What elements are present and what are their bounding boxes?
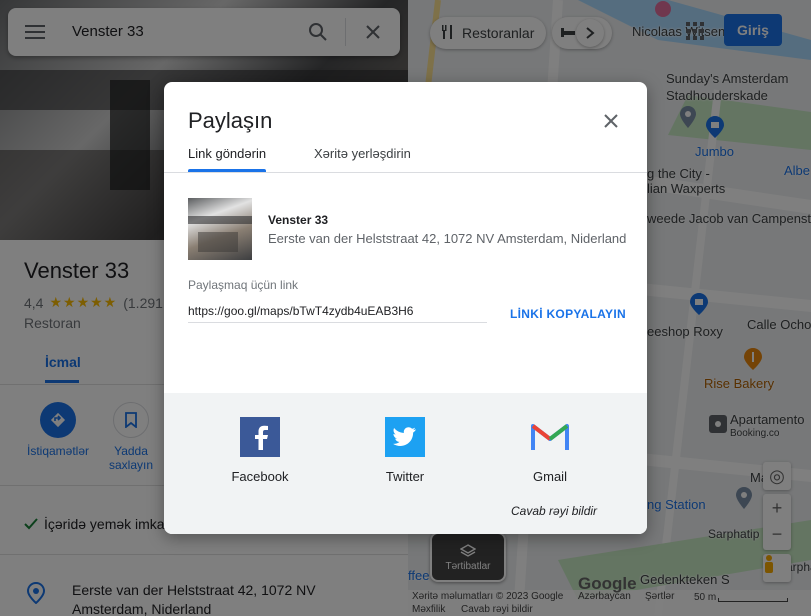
tab-send-link[interactable]: Link göndərin <box>188 146 266 161</box>
share-twitter-button[interactable]: Twitter <box>365 417 445 484</box>
share-gmail-button[interactable]: Gmail <box>510 417 590 484</box>
gmail-label: Gmail <box>533 469 567 484</box>
tab-embed-map[interactable]: Xəritə yerləşdirin <box>314 146 411 161</box>
dialog-feedback-link[interactable]: Cavab rəyi bildir <box>511 504 597 518</box>
dialog-place-name: Venster 33 <box>268 213 329 227</box>
dialog-title: Paylaşın <box>188 108 273 133</box>
close-icon[interactable] <box>598 108 624 134</box>
gmail-icon <box>530 417 570 457</box>
share-dialog: Paylaşın Link göndərin Xəritə yerləşdiri… <box>164 82 647 534</box>
place-thumbnail <box>188 198 252 260</box>
facebook-icon <box>240 417 280 457</box>
dialog-place-address: Eerste van der Helststraat 42, 1072 NV A… <box>268 231 627 246</box>
share-link-input[interactable]: https://goo.gl/maps/bTwT4zydb4uEAB3H6 <box>188 304 487 323</box>
share-facebook-button[interactable]: Facebook <box>220 417 300 484</box>
link-label: Paylaşmaq üçün link <box>188 278 299 292</box>
twitter-label: Twitter <box>385 469 425 484</box>
share-options: Facebook Twitter Gmail Cavab rəyi bildir <box>164 393 647 534</box>
copy-link-button[interactable]: LİNKİ KOPYALAYIN <box>510 307 626 321</box>
facebook-label: Facebook <box>231 469 289 484</box>
twitter-icon <box>385 417 425 457</box>
dialog-divider <box>164 172 647 173</box>
